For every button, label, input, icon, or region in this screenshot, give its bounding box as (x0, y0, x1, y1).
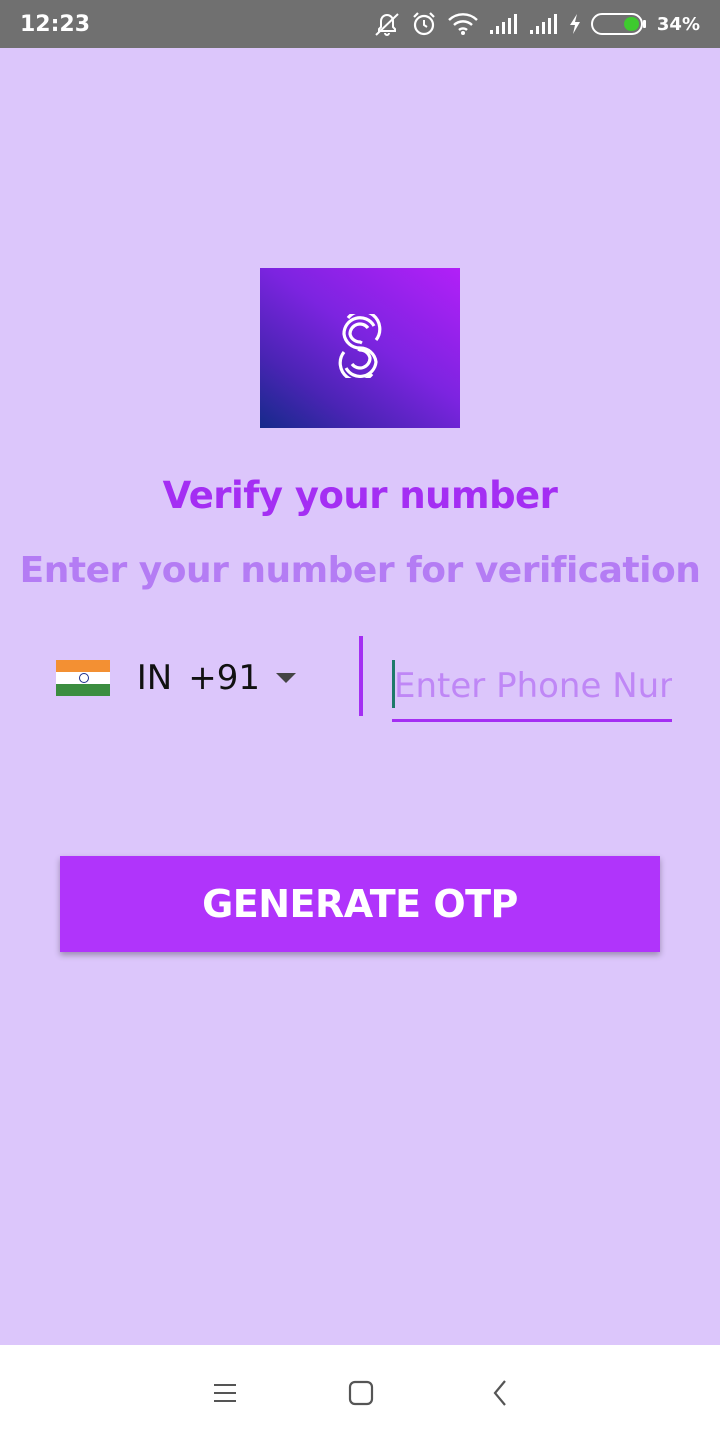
page-subtitle: Enter your number for verification (19, 550, 701, 591)
app-logo (260, 268, 460, 428)
signal-icon (529, 13, 559, 35)
dial-code: +91 (188, 658, 260, 698)
status-bar: 12:23 34% (0, 0, 720, 48)
vertical-divider (359, 636, 363, 716)
wifi-icon (447, 12, 479, 36)
status-icons: 34% (373, 10, 700, 38)
country-code-picker[interactable]: IN +91 (56, 652, 296, 704)
charging-icon (569, 14, 581, 34)
phone-number-input[interactable] (392, 656, 672, 716)
battery-percent: 34% (656, 13, 700, 35)
chevron-down-icon (276, 673, 296, 683)
generate-otp-button[interactable]: GENERATE OTP (60, 856, 660, 952)
status-time: 12:23 (20, 12, 91, 37)
battery-icon (590, 12, 647, 36)
page-title: Verify your number (162, 474, 558, 517)
country-code: IN (136, 658, 173, 698)
back-icon[interactable] (480, 1375, 520, 1411)
mute-icon (373, 11, 401, 37)
india-flag-icon (56, 660, 110, 696)
home-icon[interactable] (341, 1375, 381, 1411)
phone-field[interactable] (392, 656, 672, 722)
app-logo-icon (332, 309, 388, 383)
menu-icon[interactable] (205, 1375, 245, 1411)
text-cursor (392, 660, 395, 708)
alarm-icon (411, 11, 437, 37)
signal-icon (489, 13, 519, 35)
navigation-bar (0, 1345, 720, 1440)
